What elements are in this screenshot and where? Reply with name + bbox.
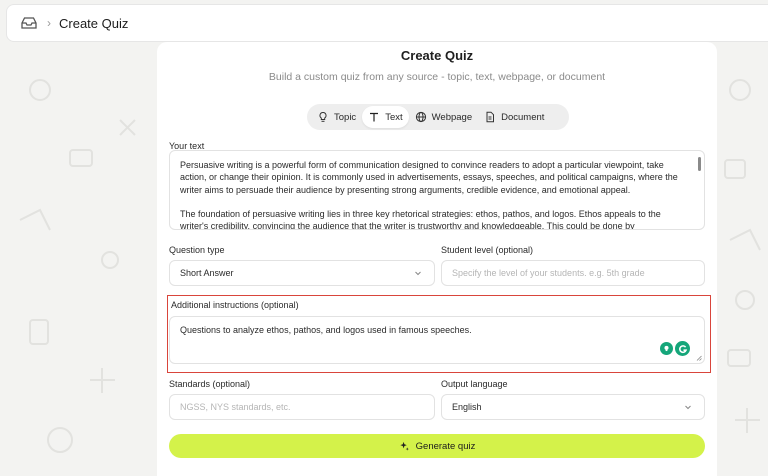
additional-instructions-value: Questions to analyze ethos, pathos, and … [180,325,472,335]
question-type-label: Question type [169,245,225,255]
student-level-label: Student level (optional) [441,245,534,255]
standards-label: Standards (optional) [169,379,251,389]
chevron-down-icon [685,405,691,410]
grammarly-widget[interactable] [660,341,690,356]
output-language-value: English [452,402,482,412]
standards-placeholder: NGSS, NYS standards, etc. [180,402,291,412]
scrollbar-thumb[interactable] [698,157,701,171]
page-title: Create Quiz [400,48,474,63]
source-tabs: Topic Text Webpage Document [307,104,569,130]
globe-icon [415,111,426,123]
top-bar: › Create Quiz [6,4,768,42]
inbox-icon[interactable] [20,16,38,30]
chevron-right-icon: › [47,16,51,30]
text-icon [370,112,379,122]
tab-document[interactable]: Document [478,106,550,128]
resize-handle-icon[interactable] [696,355,702,361]
lightbulb-icon [319,111,327,122]
generate-quiz-label: Generate quiz [415,440,476,452]
question-type-value: Short Answer [180,268,234,278]
tab-topic-label: Topic [334,111,357,123]
tab-text-label: Text [385,111,403,123]
additional-instructions-input[interactable]: Questions to analyze ethos, pathos, and … [169,316,705,364]
standards-input[interactable]: NGSS, NYS standards, etc. [169,394,435,420]
tab-webpage[interactable]: Webpage [409,106,479,128]
your-text-paragraph-1: Persuasive writing is a powerful form of… [180,160,678,195]
sparkle-icon [400,441,409,451]
question-type-select[interactable]: Short Answer [169,260,435,286]
your-text-input[interactable]: Persuasive writing is a powerful form of… [169,150,705,230]
student-level-placeholder: Specify the level of your students. e.g.… [452,268,645,278]
document-icon [486,111,495,123]
grammarly-logo-icon[interactable] [675,341,690,356]
output-language-select[interactable]: English [441,394,705,420]
breadcrumb-current: Create Quiz [59,15,129,31]
additional-instructions-label: Additional instructions (optional) [171,300,299,310]
tab-topic[interactable]: Topic [311,106,362,128]
tab-webpage-label: Webpage [431,111,473,123]
chevron-down-icon [415,271,421,276]
create-quiz-card: Create Quiz Build a custom quiz from any… [157,42,717,476]
tab-document-label: Document [501,111,545,123]
output-language-label: Output language [441,379,508,389]
tab-text[interactable]: Text [362,106,409,128]
your-text-paragraph-2: The foundation of persuasive writing lie… [180,208,661,230]
grammarly-bulb-icon[interactable] [660,342,673,355]
student-level-input[interactable]: Specify the level of your students. e.g.… [441,260,705,286]
generate-quiz-button[interactable]: Generate quiz [169,434,705,458]
page-subtitle: Build a custom quiz from any source - to… [268,71,606,83]
